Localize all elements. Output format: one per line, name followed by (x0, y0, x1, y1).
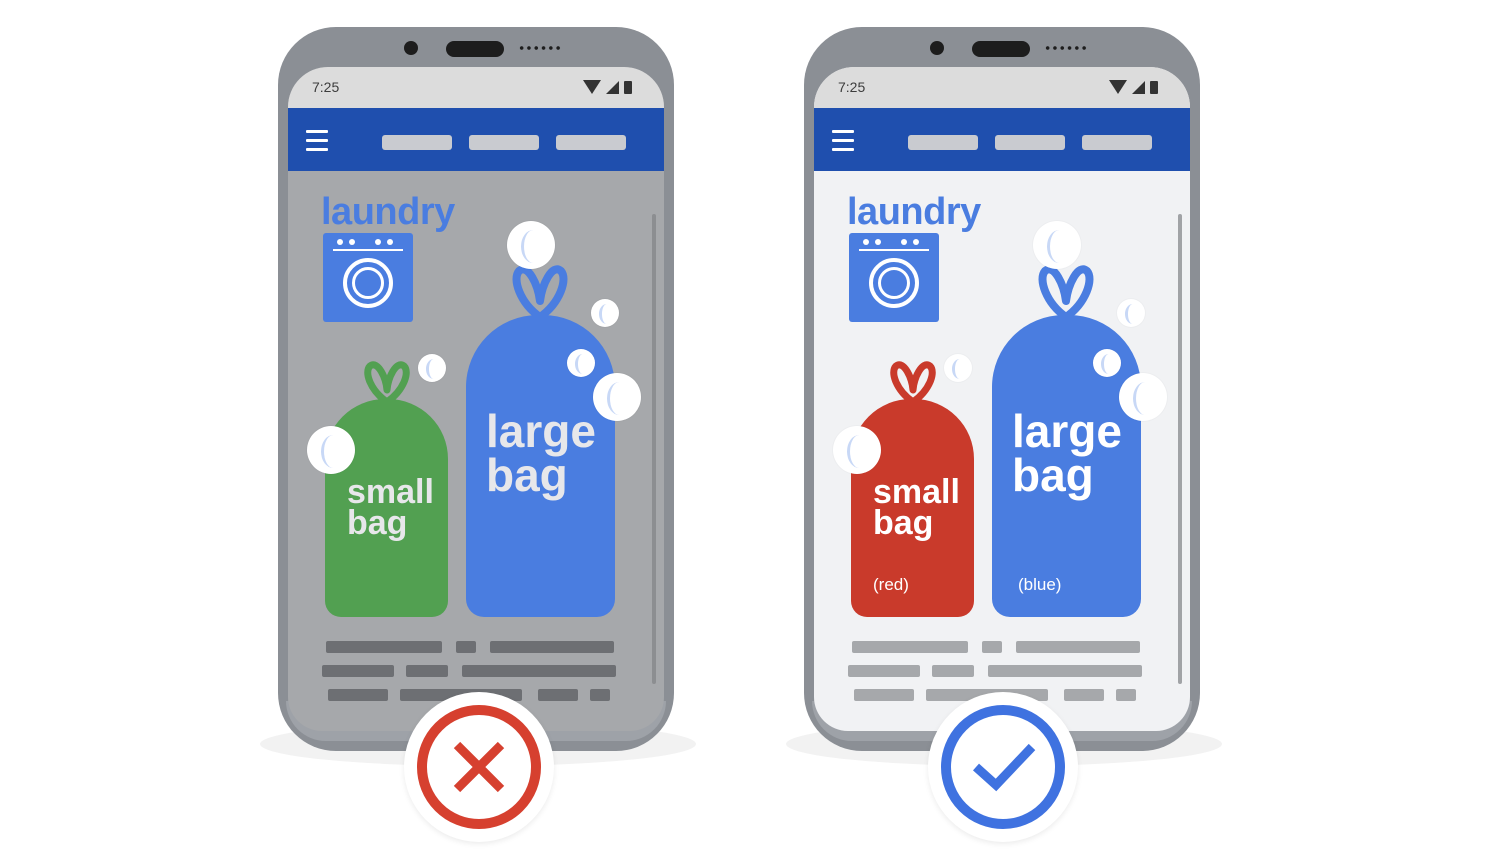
status-time: 7:25 (312, 79, 340, 95)
checkmark-icon (972, 743, 1036, 792)
bag-label: bag (486, 448, 568, 501)
tab-placeholder[interactable] (556, 135, 626, 150)
bag-tie-icon (1038, 265, 1094, 321)
bag-label: large (1012, 405, 1122, 457)
bubble-icon (1093, 349, 1121, 377)
menu-icon[interactable] (306, 130, 328, 157)
tab-placeholder[interactable] (908, 135, 978, 150)
bag-label: small (347, 473, 434, 511)
app-bar (814, 108, 1190, 171)
app-bar (288, 108, 664, 171)
camera-icon (930, 41, 944, 55)
bubble-icon (307, 426, 355, 474)
battery-icon (624, 80, 632, 94)
bag-color-note: (blue) (1018, 575, 1062, 594)
signal-icon (1132, 80, 1145, 94)
bag-label: large (486, 405, 596, 457)
tab-placeholder[interactable] (382, 135, 452, 150)
page-title: laundry (321, 191, 455, 233)
bag-color-note: (red) (873, 575, 909, 594)
verdict-badge-wrong (404, 692, 554, 842)
bubble-icon (591, 299, 619, 327)
sensor-icon (518, 46, 562, 50)
tab-placeholder[interactable] (1082, 135, 1152, 150)
screen-left: 7:25 laundry small bag large bag (288, 67, 664, 731)
tab-placeholder[interactable] (995, 135, 1065, 150)
status-bar: 7:25 (814, 67, 1190, 108)
wifi-icon (583, 80, 601, 94)
washing-machine-icon (849, 233, 939, 322)
page-title: laundry (847, 191, 981, 233)
x-mark-icon (453, 741, 505, 793)
bubble-icon (1119, 373, 1167, 421)
phone-left: 7:25 laundry small bag large bag (278, 27, 674, 751)
bubble-icon (1117, 299, 1145, 327)
bubble-icon (593, 373, 641, 421)
bag-tie-icon (512, 265, 568, 321)
status-bar: 7:25 (288, 67, 664, 108)
status-time: 7:25 (838, 79, 866, 95)
speaker-icon (446, 41, 504, 57)
illustration: 7:25 laundry small bag large bag 7:25 la… (0, 0, 1496, 856)
washing-machine-icon (323, 233, 413, 322)
bag-label: bag (347, 503, 408, 542)
menu-icon[interactable] (832, 130, 854, 157)
bubble-icon (418, 354, 446, 382)
bubble-icon (833, 426, 881, 474)
scrollbar[interactable] (1178, 214, 1182, 684)
wifi-icon (1109, 80, 1127, 94)
bubble-icon (944, 354, 972, 382)
sensor-icon (1044, 46, 1088, 50)
battery-icon (1150, 80, 1158, 94)
speaker-icon (972, 41, 1030, 57)
bag-label: bag (1012, 448, 1094, 501)
signal-icon (606, 80, 619, 94)
scrollbar[interactable] (652, 214, 656, 684)
tab-placeholder[interactable] (469, 135, 539, 150)
verdict-badge-correct (928, 692, 1078, 842)
bubble-icon (1033, 221, 1081, 269)
screen-right: 7:25 laundry small bag (red) large bag (… (814, 67, 1190, 731)
camera-icon (404, 41, 418, 55)
bubble-icon (507, 221, 555, 269)
bubble-icon (567, 349, 595, 377)
phone-right: 7:25 laundry small bag (red) large bag (… (804, 27, 1200, 751)
bag-label: small (873, 473, 960, 511)
bag-label: bag (873, 503, 934, 542)
